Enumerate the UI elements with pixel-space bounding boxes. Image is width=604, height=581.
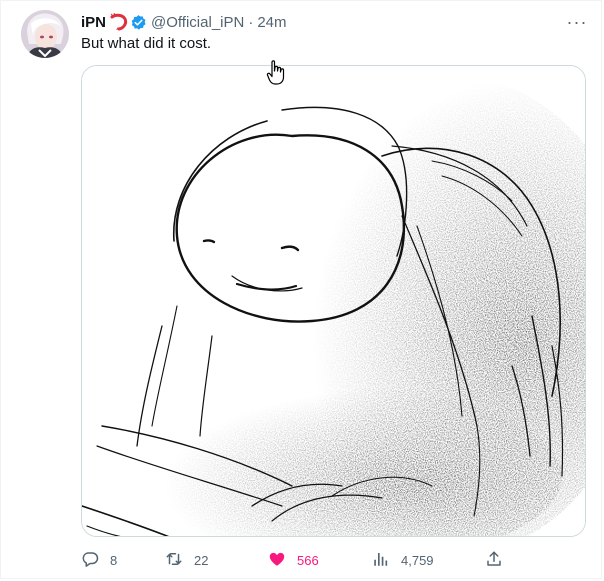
tweet[interactable]: iPN @Official_iPN · 24m ··· But what did… <box>0 0 604 581</box>
handle[interactable]: @Official_iPN <box>151 14 244 31</box>
share-button[interactable] <box>485 548 503 572</box>
hand-cursor-icon <box>266 60 286 86</box>
tweet-actions: 8 22 566 4,759 <box>81 548 601 572</box>
retweet-count: 22 <box>194 552 209 568</box>
like-count: 566 <box>297 552 319 568</box>
tweet-text: But what did it cost. <box>81 35 212 52</box>
views-count: 4,759 <box>401 552 434 568</box>
share-upload-icon <box>485 550 503 571</box>
verified-badge-icon <box>130 14 147 31</box>
separator-dot: · <box>248 13 254 31</box>
reply-button[interactable]: 8 <box>81 548 117 572</box>
tweet-image[interactable] <box>81 65 586 537</box>
views-bar-chart-icon <box>372 550 390 571</box>
retweet-icon <box>165 550 183 571</box>
views-button[interactable]: 4,759 <box>372 548 434 572</box>
retweet-button[interactable]: 22 <box>165 548 208 572</box>
display-name[interactable]: iPN <box>81 14 106 31</box>
like-button[interactable]: 566 <box>268 548 319 572</box>
more-horizontal-icon[interactable]: ··· <box>563 10 591 34</box>
reply-count: 8 <box>110 552 118 568</box>
shrimp-emoji-icon <box>110 12 128 31</box>
tweet-header: iPN @Official_iPN · 24m <box>81 12 287 32</box>
avatar[interactable] <box>21 10 69 58</box>
reply-icon <box>81 550 99 571</box>
timestamp[interactable]: 24m <box>257 14 286 31</box>
heart-filled-icon <box>268 550 286 571</box>
